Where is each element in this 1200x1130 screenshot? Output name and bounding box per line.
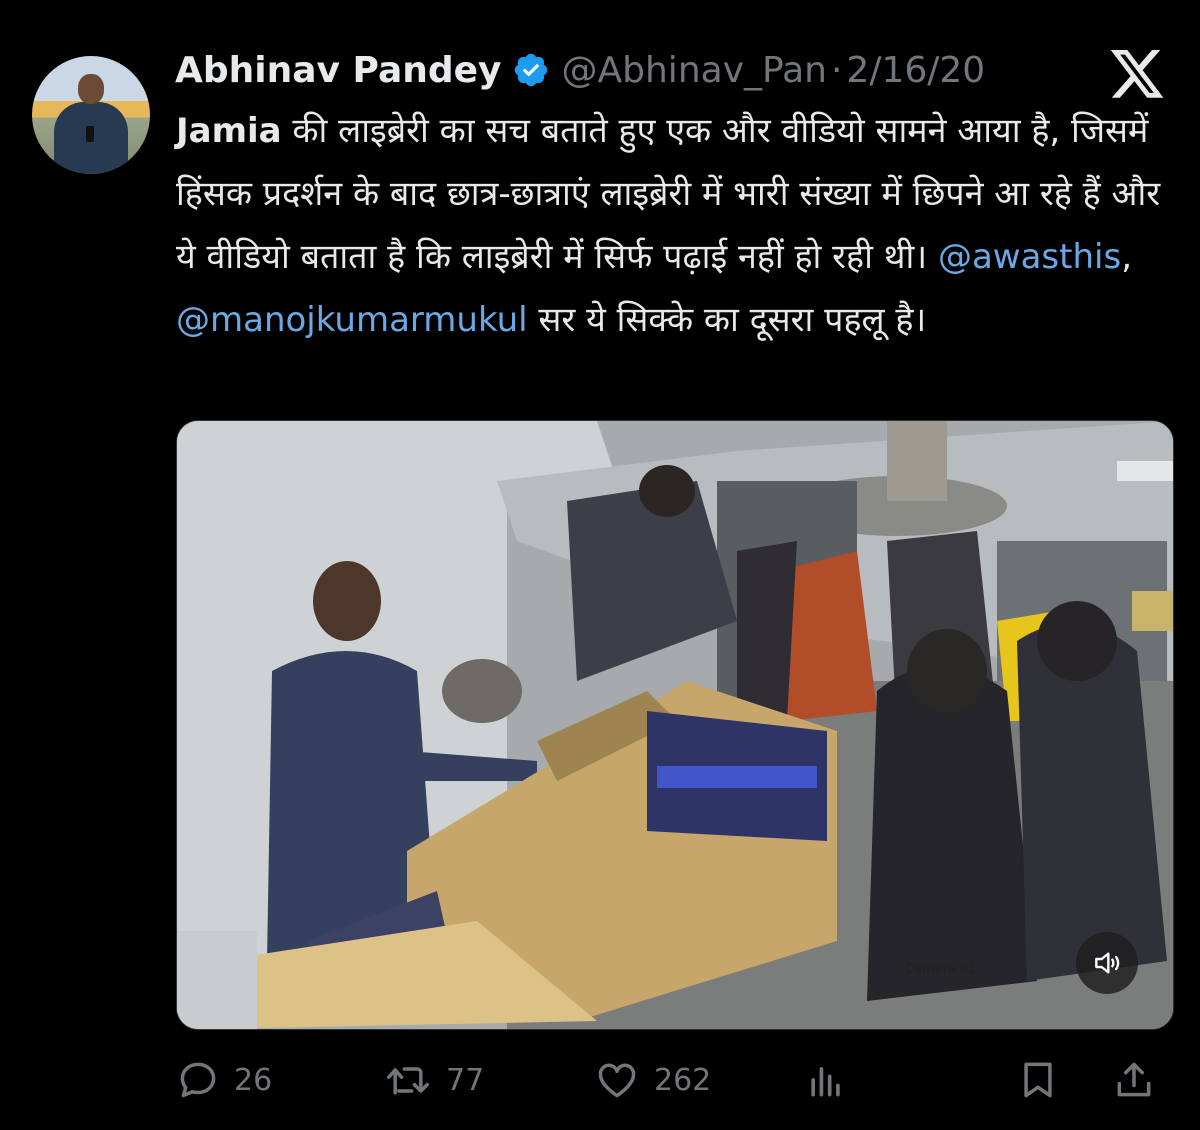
retweet-icon — [387, 1067, 429, 1095]
tweet-hashtag-jamia: Jamia — [176, 111, 282, 151]
like-count: 262 — [654, 1062, 712, 1098]
speaker-icon — [1095, 952, 1120, 974]
verified-badge-icon[interactable] — [512, 51, 550, 89]
camera-label: Camera 01 — [905, 962, 977, 977]
author-handle[interactable]: @Abhinav_Pan — [562, 50, 827, 91]
tweet-text-part2: सर ये सिक्के का दूसरा पहलू है। — [527, 300, 927, 340]
tweet-text-comma: , — [1121, 237, 1143, 277]
sound-toggle-button[interactable] — [1076, 932, 1138, 994]
views-button[interactable] — [804, 1048, 848, 1112]
tweet-date[interactable]: 2/16/20 — [846, 50, 985, 91]
tweet-header: Abhinav Pandey @Abhinav_Pan · 2/16/20 — [175, 42, 985, 98]
like-button[interactable]: 262 — [594, 1048, 711, 1112]
avatar-microphone — [86, 126, 94, 142]
bookmark-button[interactable] — [1016, 1048, 1060, 1112]
share-button[interactable] — [1112, 1048, 1156, 1112]
tweet[interactable]: Abhinav Pandey @Abhinav_Pan · 2/16/20 Ja… — [0, 0, 1200, 1130]
reply-icon — [180, 1062, 216, 1098]
retweet-count: 77 — [446, 1062, 485, 1098]
retweet-button[interactable]: 77 — [384, 1048, 484, 1112]
reply-button[interactable]: 26 — [176, 1048, 272, 1112]
tweet-action-bar: 26 77 262 — [176, 1048, 1172, 1112]
analytics-icon — [811, 1067, 840, 1097]
x-logo-icon — [1110, 50, 1166, 100]
heart-icon — [598, 1063, 636, 1098]
tweet-text: Jamia की लाइब्रेरी का सच बताते हुए एक और… — [176, 100, 1176, 352]
reply-count: 26 — [234, 1062, 273, 1098]
author-name[interactable]: Abhinav Pandey — [175, 50, 502, 91]
avatar[interactable] — [32, 56, 150, 174]
video-player[interactable]: Camera 01 — [176, 420, 1174, 1030]
header-separator: · — [830, 49, 843, 91]
mention-awasthis[interactable]: @awasthis — [938, 237, 1121, 277]
avatar-figure-head — [78, 74, 104, 104]
bookmark-icon — [1024, 1062, 1052, 1098]
video-frame: Camera 01 — [177, 421, 1173, 1029]
mention-manojkumarmukul[interactable]: @manojkumarmukul — [176, 300, 528, 340]
share-icon — [1117, 1062, 1151, 1097]
